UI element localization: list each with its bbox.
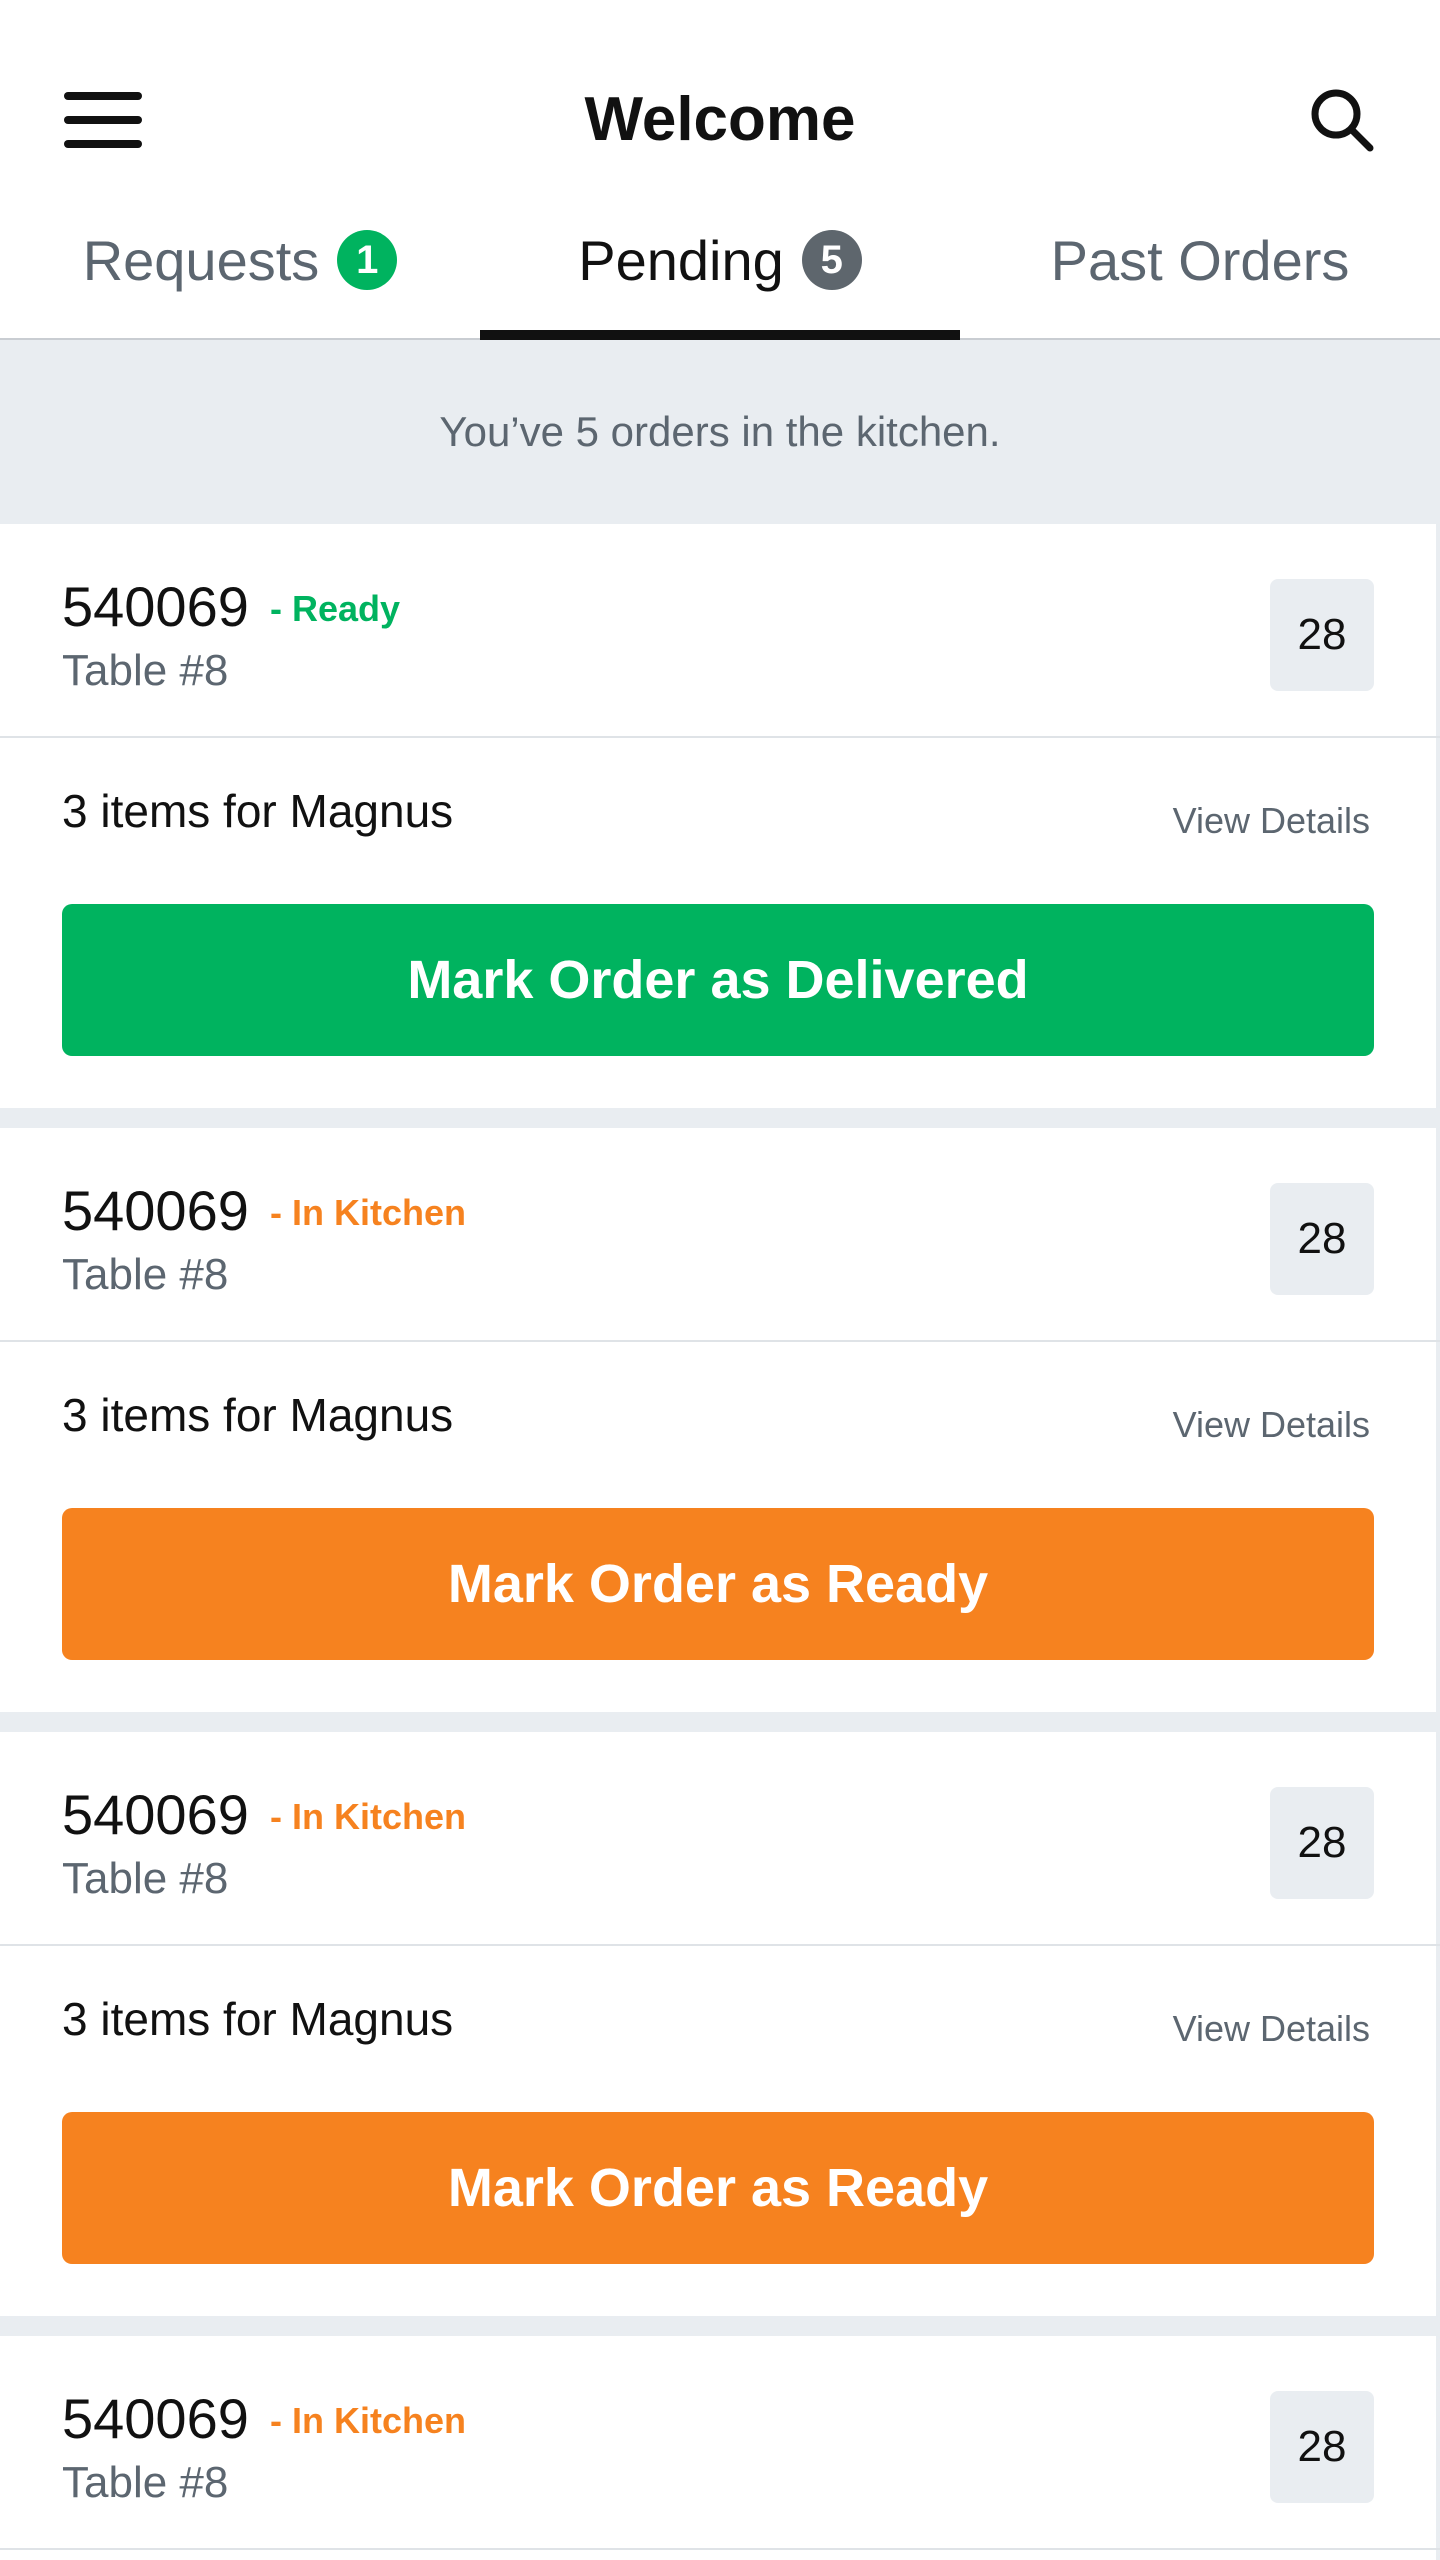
card-separator — [0, 2316, 1440, 2336]
app-header: Welcome — [0, 0, 1440, 190]
mark-delivered-button[interactable]: Mark Order as Delivered — [62, 904, 1374, 1056]
card-divider — [0, 1340, 1440, 1342]
order-count-box: 28 — [1270, 1787, 1374, 1899]
pending-count-badge: 5 — [801, 230, 862, 290]
tab-label: Pending — [578, 229, 784, 292]
order-count-box: 28 — [1270, 2391, 1374, 2503]
tab-pending[interactable]: Pending 5 — [480, 210, 960, 340]
order-card: 540069 - In Kitchen Table #8 28 3 items … — [0, 1732, 1440, 2316]
hamburger-menu-icon[interactable] — [64, 92, 144, 152]
order-card: 540069 - In Kitchen Table #8 28 3 items … — [0, 1128, 1440, 1712]
kitchen-info-banner: You’ve 5 orders in the kitchen. — [0, 340, 1440, 524]
tab-label: Past Orders — [1050, 229, 1350, 292]
order-status: - In Kitchen — [270, 1796, 466, 1837]
card-divider — [0, 2548, 1440, 2550]
search-icon[interactable] — [1306, 84, 1378, 156]
page-title: Welcome — [584, 85, 856, 154]
view-details-link[interactable]: View Details — [1173, 800, 1370, 842]
order-card: 540069 - In Kitchen Table #8 28 — [0, 2336, 1440, 2560]
tab-requests[interactable]: Requests 1 — [0, 210, 480, 338]
order-status: - Ready — [270, 588, 401, 629]
card-divider — [0, 1944, 1440, 1946]
order-id: 540069 — [62, 2387, 249, 2450]
order-items-summary: 3 items for Magnus — [62, 785, 454, 837]
order-status: - In Kitchen — [270, 1192, 466, 1233]
view-details-link[interactable]: View Details — [1173, 1404, 1370, 1446]
kitchen-info-text: You’ve 5 orders in the kitchen. — [439, 408, 1001, 455]
table-label: Table #8 — [62, 2458, 229, 2507]
tab-past-orders[interactable]: Past Orders — [960, 210, 1440, 338]
order-count-box: 28 — [1270, 579, 1374, 691]
view-details-link[interactable]: View Details — [1173, 2008, 1370, 2050]
table-label: Table #8 — [62, 1854, 229, 1903]
order-id: 540069 — [62, 1783, 249, 1846]
card-divider — [0, 736, 1440, 738]
order-count-box: 28 — [1270, 1183, 1374, 1295]
order-items-summary: 3 items for Magnus — [62, 1993, 454, 2045]
order-items-summary: 3 items for Magnus — [62, 1389, 454, 1441]
mark-ready-button[interactable]: Mark Order as Ready — [62, 2112, 1374, 2264]
order-tabs: Requests 1 Pending 5 Past Orders — [0, 210, 1440, 340]
order-id: 540069 — [62, 575, 249, 638]
table-label: Table #8 — [62, 1250, 229, 1299]
tab-label: Requests — [82, 229, 320, 292]
order-status: - In Kitchen — [270, 2400, 466, 2441]
mark-ready-button[interactable]: Mark Order as Ready — [62, 1508, 1374, 1660]
table-label: Table #8 — [62, 646, 229, 695]
card-separator — [0, 1712, 1440, 1732]
order-id: 540069 — [62, 1179, 249, 1242]
card-separator — [0, 1108, 1440, 1128]
requests-count-badge: 1 — [337, 230, 398, 290]
order-card: 540069 - Ready Table #8 28 3 items for M… — [0, 524, 1440, 1108]
app-screen: Welcome Requests 1 Pending 5 Past Orders… — [0, 0, 1440, 2560]
